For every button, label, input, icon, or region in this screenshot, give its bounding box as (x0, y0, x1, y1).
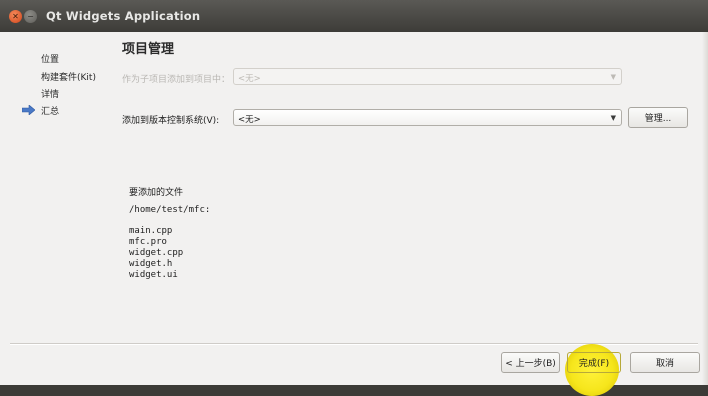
title-bar: ✕ − Qt Widgets Application (0, 0, 708, 32)
subproject-selected-value: <无> (238, 74, 261, 84)
cancel-button[interactable]: 取消 (630, 352, 700, 373)
vcs-combobox[interactable]: <无> ▼ (233, 109, 622, 126)
back-button[interactable]: < 上一步(B) (501, 352, 560, 373)
file-item: widget.ui (129, 270, 178, 280)
dropdown-arrow-icon: ▼ (610, 73, 616, 81)
current-step-arrow-icon (22, 105, 35, 115)
files-summary: 要添加的文件 /home/test/mfc: main.cpp mfc.pro … (129, 185, 210, 281)
window-title: Qt Widgets Application (46, 9, 201, 23)
dropdown-arrow-icon: ▼ (610, 114, 616, 122)
wizard-steps-sidebar: 位置 构建套件(Kit) 详情 汇总 (0, 32, 100, 352)
vcs-selected-value: <无> (238, 115, 261, 125)
vcs-label: 添加到版本控制系统(V): (122, 116, 220, 126)
close-icon: ✕ (12, 11, 19, 21)
file-item: widget.cpp (129, 248, 184, 258)
vcs-manage-button[interactable]: 管理... (628, 107, 688, 128)
minimize-icon: − (27, 11, 34, 21)
step-summary: 汇总 (41, 107, 60, 117)
step-kits: 构建套件(Kit) (41, 73, 96, 83)
files-list: main.cpp mfc.pro widget.cpp widget.h wid… (129, 226, 210, 281)
file-item: main.cpp (129, 226, 173, 236)
file-item: widget.h (129, 259, 173, 269)
wizard-body: 位置 构建套件(Kit) 详情 汇总 项目管理 作为子项目添加到项目中： <无>… (0, 32, 708, 396)
add-as-subproject-combobox[interactable]: <无> ▼ (233, 68, 622, 85)
files-path: /home/test/mfc: (129, 205, 211, 215)
step-location: 位置 (41, 55, 60, 65)
finish-button[interactable]: 完成(F) (567, 352, 621, 373)
minimize-window-button[interactable]: − (24, 10, 37, 23)
step-details: 详情 (41, 90, 60, 100)
page-title: 项目管理 (122, 42, 175, 57)
file-item: mfc.pro (129, 237, 167, 247)
window-right-edge (702, 32, 708, 385)
files-title: 要添加的文件 (129, 188, 184, 198)
close-window-button[interactable]: ✕ (9, 10, 22, 23)
add-as-subproject-label: 作为子项目添加到项目中： (122, 75, 231, 85)
